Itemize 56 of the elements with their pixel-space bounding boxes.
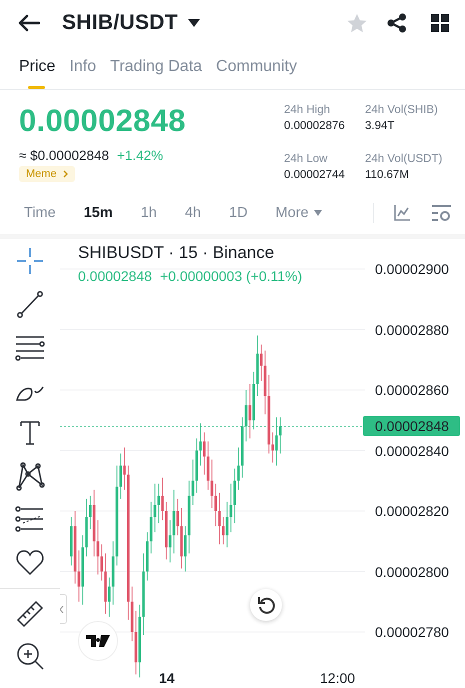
last-price: 0.00002848	[19, 104, 186, 138]
interval-tab[interactable]: 1h	[140, 205, 157, 221]
tab[interactable]: Info	[69, 46, 96, 89]
trendline-icon[interactable]	[15, 289, 45, 319]
tab[interactable]: Trading Data	[110, 46, 202, 89]
pair-title[interactable]: SHIB/USDT	[62, 11, 178, 35]
grid-icon[interactable]	[431, 14, 449, 32]
caret-icon[interactable]	[188, 19, 200, 27]
interval-tab[interactable]: 1D	[229, 205, 248, 221]
stat-label: 24h Vol(SHIB)	[365, 104, 439, 116]
crosshair-icon[interactable]	[15, 246, 45, 276]
stat-label: 24h Vol(USDT)	[365, 153, 444, 165]
price-label: 0.00002780	[375, 624, 449, 640]
reset-icon	[257, 596, 275, 614]
chevron-icon	[62, 170, 68, 178]
back-icon[interactable]	[18, 14, 40, 32]
settings-icon[interactable]	[432, 205, 451, 221]
price-label: 0.00002800	[375, 564, 449, 580]
stat-label: 24h Low	[284, 153, 328, 165]
interval-tab[interactable]: 4h	[184, 205, 201, 221]
interval-tab[interactable]: More	[276, 205, 322, 221]
chart-price: 0.00002848	[78, 268, 152, 284]
category-tag[interactable]: Meme	[19, 166, 75, 182]
interval-tab[interactable]: Time	[24, 205, 56, 221]
pattern-icon[interactable]	[15, 461, 45, 491]
price-change: +1.42%	[117, 148, 164, 163]
ruler-icon[interactable]	[15, 598, 45, 628]
chart-title: SHIBUSDT · 15 · Binance	[78, 243, 276, 263]
stat-label: 24h High	[284, 104, 332, 116]
price-label: 0.00002820	[375, 503, 449, 519]
stat-value: 3.94T	[365, 120, 396, 132]
time-label: 14	[159, 670, 175, 686]
stat-value: 0.00002876	[284, 120, 346, 132]
caret-icon	[314, 210, 322, 216]
price-label: 0.00002840	[375, 442, 449, 458]
interval-tab[interactable]: 15m	[84, 205, 113, 221]
zoom-in-icon[interactable]	[15, 641, 45, 671]
current-price-tag: 0.00002848	[363, 416, 460, 436]
fibonacci-icon[interactable]	[15, 504, 45, 534]
price-label: 0.00002860	[375, 382, 449, 398]
chart-change: +0.00000003 (+0.11%)	[160, 268, 302, 284]
stat-value: 0.00002744	[284, 169, 346, 181]
time-label: 12:00	[320, 670, 356, 686]
share-icon[interactable]	[387, 13, 407, 33]
price-label: 0.00002880	[375, 322, 449, 338]
star-icon[interactable]	[347, 14, 367, 32]
tab[interactable]: Community	[216, 46, 297, 89]
reset-button[interactable]	[250, 589, 282, 621]
logo-button[interactable]	[78, 621, 118, 661]
chevron-icon	[60, 606, 64, 612]
line-chart-icon[interactable]	[394, 205, 410, 221]
stat-value: 110.67M	[365, 169, 410, 181]
logo-icon	[86, 635, 110, 647]
fiat-price: ≈ $0.00002848	[19, 148, 109, 163]
tab[interactable]: Price	[19, 46, 56, 89]
price-label: 0.00002900	[375, 261, 449, 277]
